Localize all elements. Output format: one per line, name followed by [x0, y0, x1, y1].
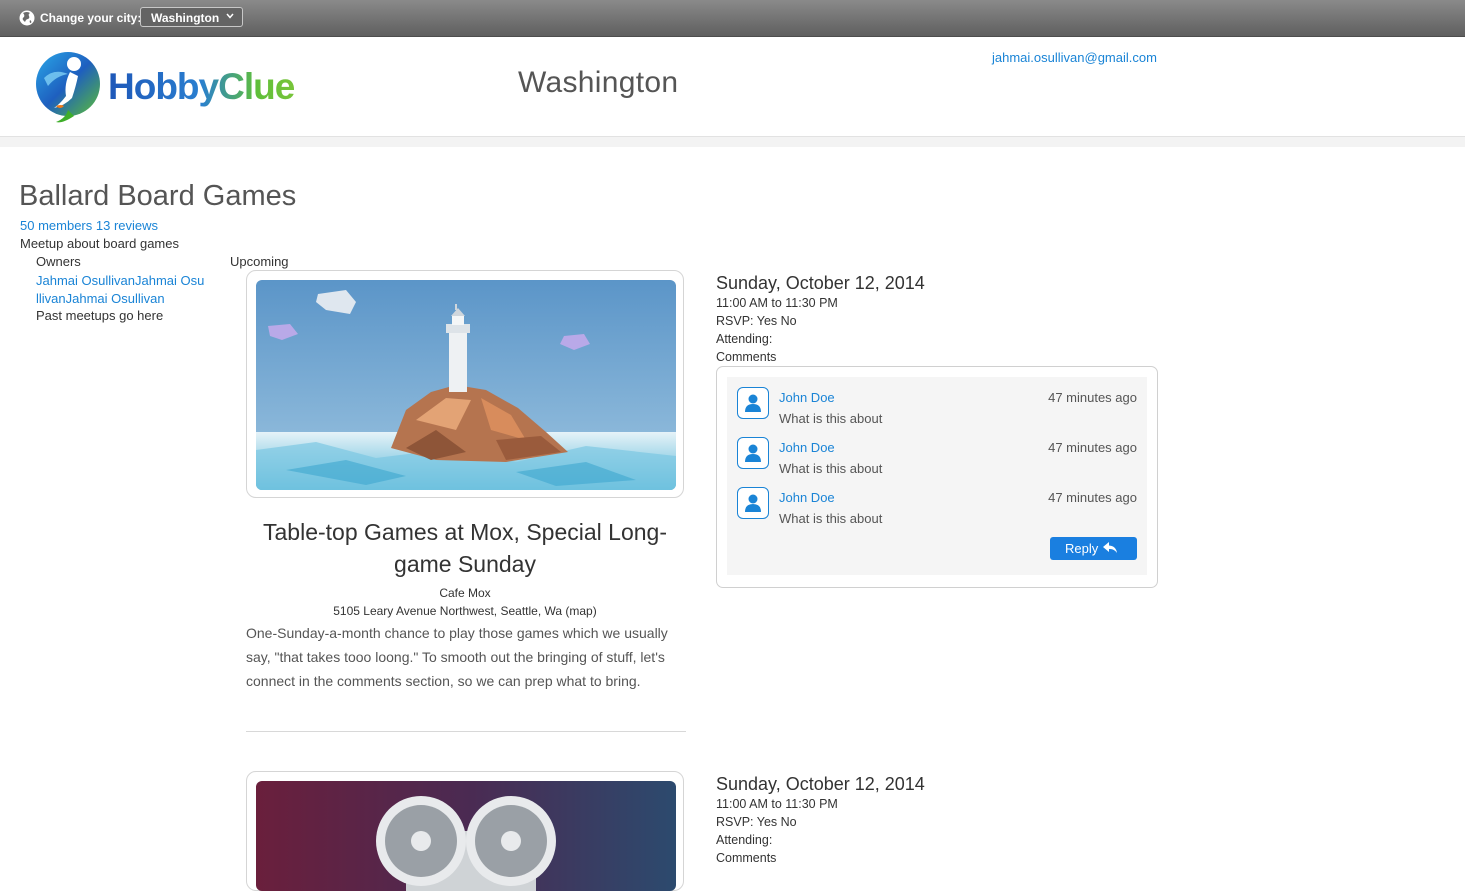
comment-author-link[interactable]: John Doe: [779, 490, 835, 505]
comment-author-link[interactable]: John Doe: [779, 440, 835, 455]
event-image-lighthouse[interactable]: [256, 280, 676, 490]
event-description: One-Sunday-a-month chance to play those …: [246, 625, 668, 689]
user-avatar-icon[interactable]: [737, 487, 769, 519]
site-header: HobbyClue Washington jahmai.osullivan@gm…: [0, 36, 1465, 137]
header-city-title: Washington: [518, 66, 679, 99]
reviews-link[interactable]: 13 reviews: [96, 218, 158, 233]
group-stats: 50 members 13 reviews: [20, 218, 158, 233]
event-image-film-reels[interactable]: [256, 781, 676, 891]
event-rsvp[interactable]: RSVP: Yes No: [716, 314, 797, 328]
globe-icon: [19, 10, 35, 26]
city-select-value: Washington: [151, 11, 220, 25]
owners-link[interactable]: Jahmai OsullivanJahmai OsullivanJahmai O…: [36, 272, 206, 308]
event-comments-label: Comments: [716, 851, 777, 865]
city-select[interactable]: Washington: [140, 7, 243, 27]
upcoming-label: Upcoming: [230, 254, 289, 269]
event-comments-label: Comments: [716, 350, 777, 364]
event-date: Sunday, October 12, 2014: [716, 774, 925, 794]
comment-time: 47 minutes ago: [1048, 440, 1137, 455]
owners-label: Owners: [36, 254, 81, 269]
event-image-frame: [246, 270, 684, 498]
reply-button[interactable]: Reply: [1050, 537, 1137, 560]
header-divider-band: [0, 137, 1465, 147]
members-link[interactable]: 50 members: [20, 218, 92, 233]
comment-item: John Doe What is this about 47 minutes a…: [727, 427, 1147, 476]
comment-text: What is this about: [779, 511, 883, 526]
event-venue: Cafe Mox: [439, 586, 491, 600]
comments-list: John Doe What is this about 47 minutes a…: [727, 377, 1147, 575]
user-avatar-icon[interactable]: [737, 387, 769, 419]
event-title[interactable]: Table-top Games at Mox, Special Long-gam…: [246, 516, 684, 580]
comment-item: John Doe What is this about 47 minutes a…: [727, 477, 1147, 526]
comment-author-link[interactable]: John Doe: [779, 390, 835, 405]
group-description: Meetup about board games: [20, 236, 179, 251]
group-title: Ballard Board Games: [19, 180, 297, 212]
comment-time: 47 minutes ago: [1048, 390, 1137, 405]
comments-panel: John Doe What is this about 47 minutes a…: [716, 366, 1158, 588]
event-image-frame: [246, 771, 684, 891]
hobbyclue-logo-icon[interactable]: [34, 48, 104, 124]
change-city-label: Change your city:: [40, 11, 142, 25]
reply-icon: [1103, 542, 1117, 553]
event-time: 11:00 AM to 11:30 PM: [716, 296, 838, 310]
event-attending: Attending:: [716, 833, 773, 847]
event-attending: Attending:: [716, 332, 773, 346]
city-bar: Change your city: Washington: [0, 0, 1465, 37]
comment-text: What is this about: [779, 411, 883, 426]
chevron-down-icon: [226, 13, 234, 19]
event-divider: [246, 731, 686, 732]
reply-button-label: Reply: [1065, 541, 1099, 556]
event-date: Sunday, October 12, 2014: [716, 273, 925, 293]
user-email-link[interactable]: jahmai.osullivan@gmail.com: [992, 50, 1157, 65]
comment-text: What is this about: [779, 461, 883, 476]
logo-text[interactable]: HobbyClue: [108, 66, 295, 108]
comment-item: John Doe What is this about 47 minutes a…: [727, 377, 1147, 426]
comment-time: 47 minutes ago: [1048, 490, 1137, 505]
user-avatar-icon[interactable]: [737, 437, 769, 469]
event-time: 11:00 AM to 11:30 PM: [716, 797, 838, 811]
event-rsvp[interactable]: RSVP: Yes No: [716, 815, 797, 829]
past-meetups-text: Past meetups go here: [36, 308, 164, 323]
event-address[interactable]: 5105 Leary Avenue Northwest, Seattle, Wa…: [246, 604, 684, 618]
